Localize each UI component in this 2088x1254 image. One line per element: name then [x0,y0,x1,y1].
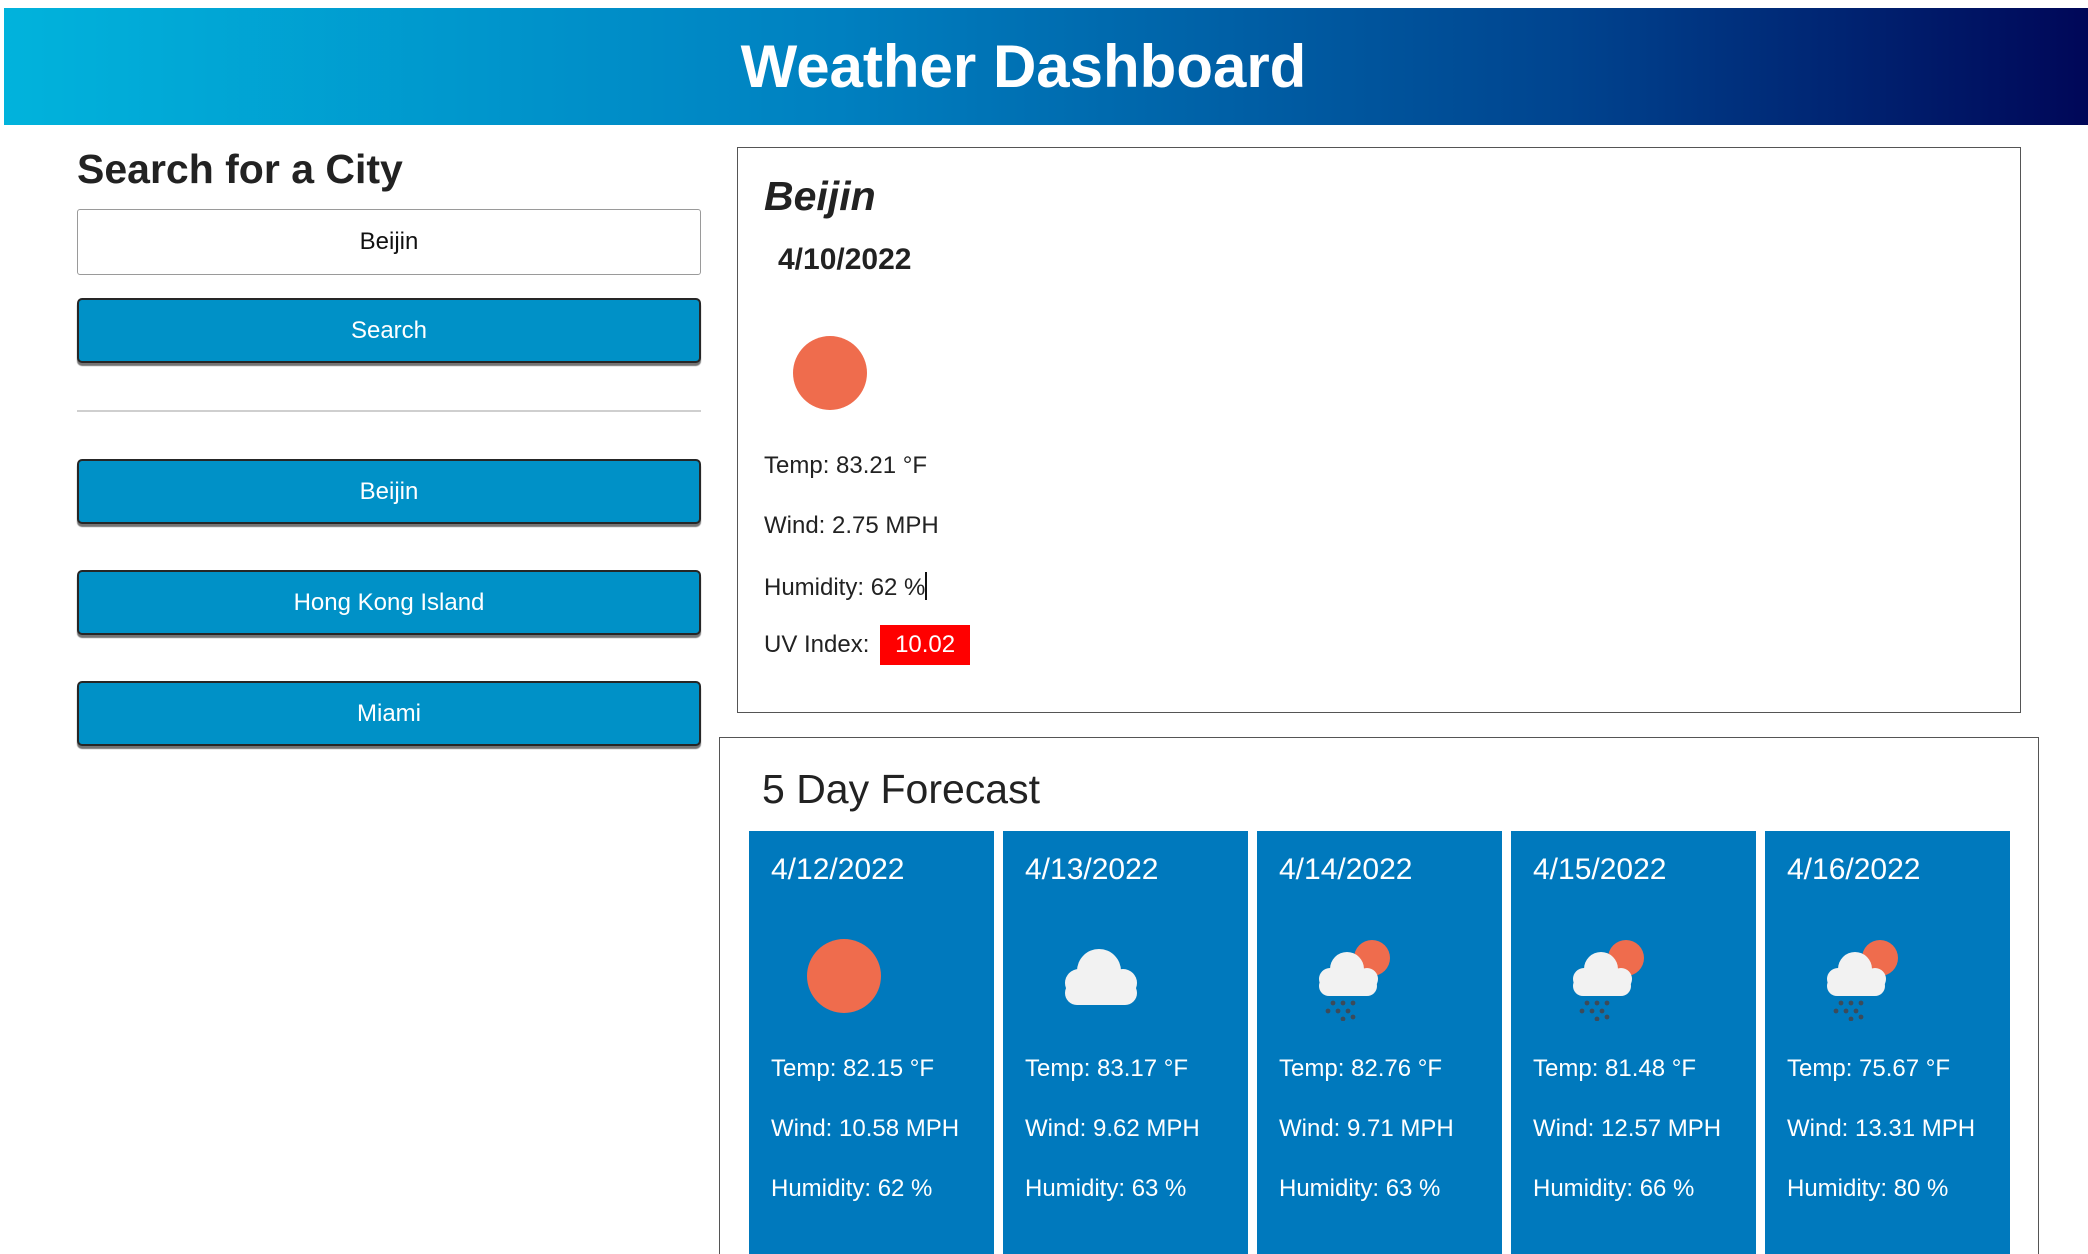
sun-icon [807,939,881,1013]
rain-sun-cloud-icon [1319,940,1390,1021]
search-heading: Search for a City [77,146,403,192]
history-button-hong-kong-island[interactable]: Hong Kong Island [77,570,701,635]
forecast-humidity: Humidity: 66 % [1533,1175,1695,1202]
forecast-temp: Temp: 81.48 °F [1533,1055,1697,1082]
page-title: Weather Dashboard [740,33,1307,100]
text-cursor [925,572,928,600]
forecast-card: 4/15/2022 Temp: 81.48 °F Wind: 12.57 MPH… [1511,831,1756,1254]
current-city-name: Beijin [764,173,876,219]
forecast-wind: Wind: 12.57 MPH [1533,1115,1722,1142]
forecast-date: 4/16/2022 [1787,853,1921,886]
history-button-miami[interactable]: Miami [77,681,701,746]
current-humidity: Humidity: 62 % [764,572,928,602]
forecast-title: 5 Day Forecast [762,766,1040,812]
forecast-date: 4/12/2022 [771,853,905,886]
uv-index-badge: 10.02 [880,625,971,665]
current-wind-text: Wind: 2.75 MPH [764,512,939,539]
forecast-card: 4/13/2022 Temp: 83.17 °F Wind: 9.62 MPH … [1003,831,1248,1254]
current-temp: Temp: 83.21 °F [764,452,928,479]
cloud-icon [1065,949,1137,1005]
current-wind: Wind: 2.75 MPH [764,512,939,540]
forecast-date: 4/14/2022 [1279,853,1413,886]
city-search-input[interactable] [77,209,701,275]
forecast-wind: Wind: 9.62 MPH [1025,1115,1200,1142]
forecast-temp: Temp: 83.17 °F [1025,1055,1189,1082]
forecast-date: 4/13/2022 [1025,853,1159,886]
rain-sun-cloud-icon [1573,940,1644,1021]
forecast-humidity: Humidity: 63 % [1025,1175,1187,1202]
forecast-temp: Temp: 75.67 °F [1787,1055,1951,1082]
page: Weather Dashboard Search for a City Sear… [0,0,2088,1254]
current-humidity-text: Humidity: 62 % [764,574,926,601]
forecast-temp: Temp: 82.15 °F [771,1055,935,1082]
forecast-humidity: Humidity: 80 % [1787,1175,1949,1202]
forecast-humidity: Humidity: 62 % [771,1175,933,1202]
forecast-wind: Wind: 10.58 MPH [771,1115,960,1142]
forecast-humidity: Humidity: 63 % [1279,1175,1441,1202]
forecast-card: 4/16/2022 Temp: 75.67 °F Wind: 13.31 MPH… [1765,831,2010,1254]
sun-icon [793,336,867,410]
current-date: 4/10/2022 [778,243,912,276]
rain-sun-cloud-icon [1827,940,1898,1021]
forecast-wind: Wind: 13.31 MPH [1787,1115,1976,1142]
divider [77,410,701,412]
forecast-card: 4/12/2022 Temp: 82.15 °F Wind: 10.58 MPH… [749,831,994,1254]
history-button-beijin[interactable]: Beijin [77,459,701,524]
forecast-date: 4/15/2022 [1533,853,1667,886]
forecast-card: 4/14/2022 Temp: 82.76 °F Wind: 9.71 MPH … [1257,831,1502,1254]
uv-label: UV Index: [764,631,877,658]
app-header: Weather Dashboard [4,8,2088,125]
forecast-temp: Temp: 82.76 °F [1279,1055,1443,1082]
current-weather-card: Beijin 4/10/2022 Temp: 83.21 °F Wind: 2.… [737,147,2021,713]
search-button[interactable]: Search [77,298,701,363]
current-uv: UV Index: 10.02 [764,625,971,665]
forecast-wind: Wind: 9.71 MPH [1279,1115,1454,1142]
forecast-section: 5 Day Forecast 4/12/2022 Temp: 82.15 °F … [719,737,2039,1254]
